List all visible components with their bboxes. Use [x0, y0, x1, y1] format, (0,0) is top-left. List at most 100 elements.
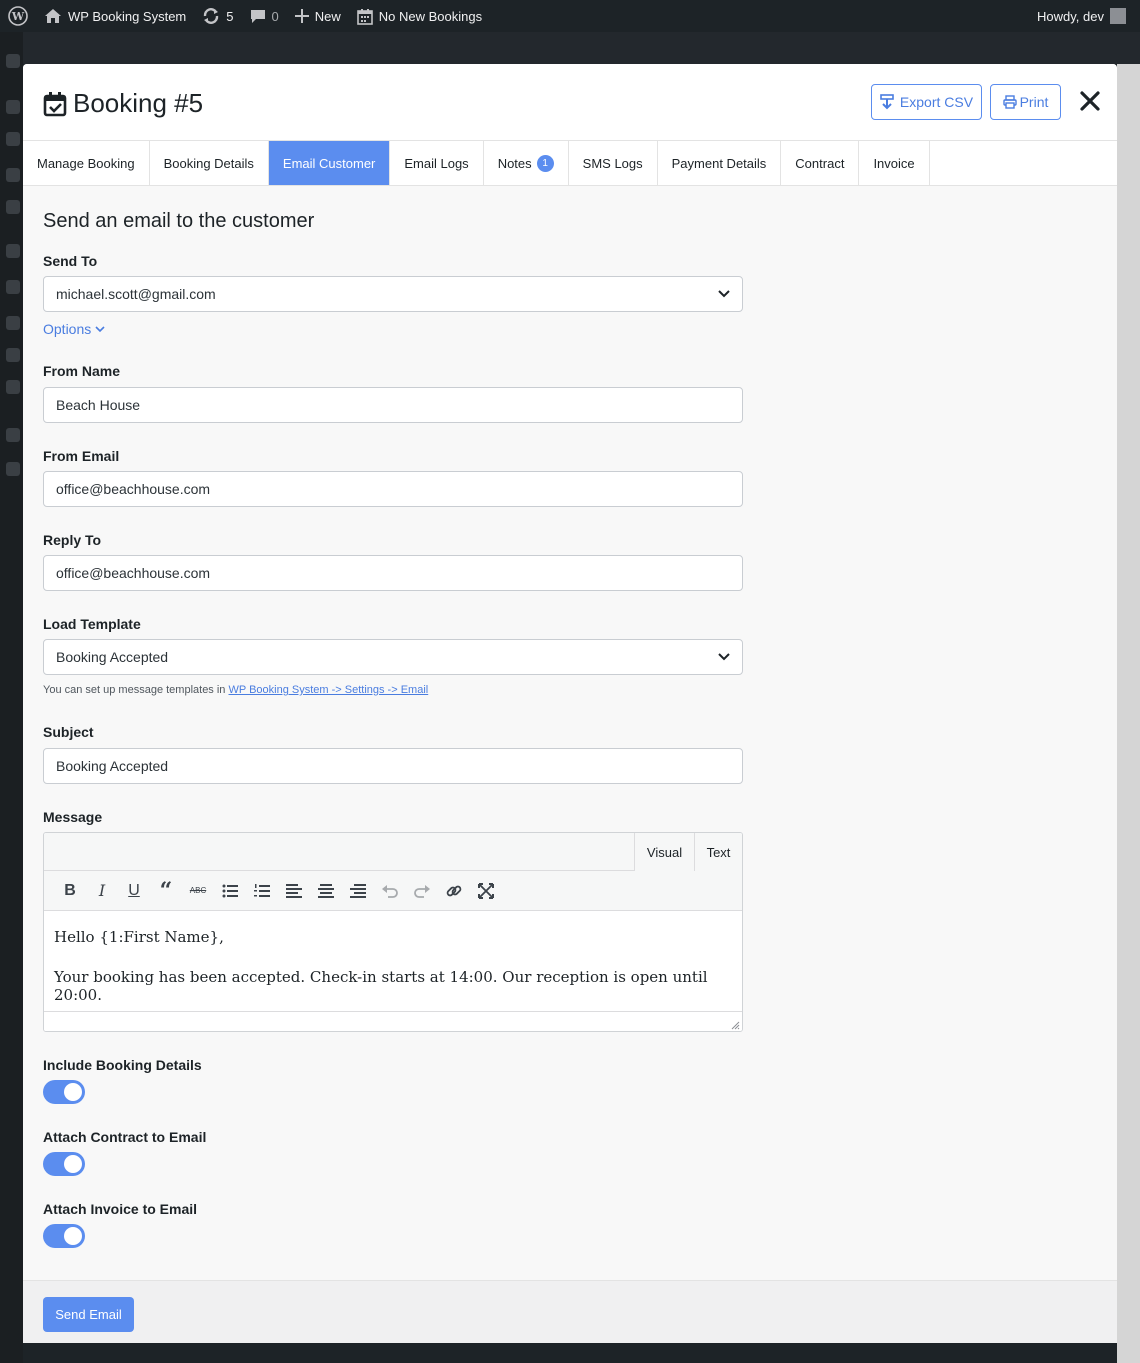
tab-label: Notes — [497, 155, 532, 171]
include-details-label: Include Booking Details — [43, 1057, 202, 1073]
howdy-text: Howdy, dev — [1037, 8, 1104, 24]
modal-title-text: Booking #5 — [73, 88, 204, 118]
tab-label: Payment Details — [671, 155, 767, 171]
tab-email-logs[interactable]: Email Logs — [390, 141, 484, 185]
modal-header: Booking #5 Export CSV Print — [23, 64, 1117, 141]
admin-bar: W WP Booking System 5 0 New No New Booki… — [0, 0, 1140, 32]
attach-contract-toggle[interactable] — [43, 1152, 85, 1176]
redo-icon[interactable] — [406, 875, 438, 907]
booking-modal: Booking #5 Export CSV Print Manage Booki… — [23, 64, 1117, 1343]
calendar-icon — [356, 8, 373, 25]
comments-count: 0 — [271, 8, 279, 24]
reply-to-label: Reply To — [43, 532, 102, 548]
comments-link[interactable]: 0 — [242, 0, 287, 32]
blockquote-icon[interactable]: “ — [150, 875, 182, 907]
email-settings-link[interactable]: WP Booking System -> Settings -> Email — [229, 684, 429, 696]
download-icon — [880, 94, 894, 110]
reply-to-value: office@beachhouse.com — [56, 565, 211, 581]
reply-to-input[interactable]: office@beachhouse.com — [43, 555, 743, 591]
tab-label: Manage Booking — [37, 155, 135, 171]
bullet-list-icon[interactable] — [214, 875, 246, 907]
from-name-label: From Name — [43, 363, 121, 379]
send-email-button[interactable]: Send Email — [43, 1297, 134, 1332]
from-name-value: Beach House — [56, 397, 141, 413]
wordpress-logo-icon[interactable]: W — [0, 0, 36, 32]
send-to-label: Send To — [43, 253, 98, 269]
tab-booking-details[interactable]: Booking Details — [150, 141, 269, 185]
undo-icon[interactable] — [374, 875, 406, 907]
avatar — [1110, 8, 1126, 24]
attach-invoice-toggle[interactable] — [43, 1224, 85, 1248]
tab-sms-logs[interactable]: SMS Logs — [569, 141, 658, 185]
from-email-input[interactable]: office@beachhouse.com — [43, 471, 743, 507]
link-icon[interactable] — [438, 875, 470, 907]
tab-contract[interactable]: Contract — [781, 141, 860, 185]
align-left-icon[interactable] — [278, 875, 310, 907]
numbered-list-icon[interactable] — [246, 875, 278, 907]
notes-count-badge: 1 — [536, 154, 554, 172]
tab-label: Email Logs — [404, 155, 469, 171]
fullscreen-icon[interactable] — [470, 875, 502, 907]
options-label: Options — [43, 321, 92, 337]
tab-label: Booking Details — [163, 155, 254, 171]
load-template-value: Booking Accepted — [56, 649, 169, 665]
close-icon[interactable] — [1078, 89, 1102, 113]
editor-tab-label: Visual — [646, 844, 683, 860]
chevron-down-icon — [718, 290, 730, 298]
export-csv-label: Export CSV — [899, 94, 974, 110]
message-label: Message — [43, 809, 103, 825]
new-content-link[interactable]: New — [287, 0, 349, 32]
send-to-select[interactable]: michael.scott@gmail.com — [43, 276, 743, 312]
comment-icon — [250, 10, 265, 23]
options-toggle[interactable]: Options — [43, 321, 105, 337]
site-home-link[interactable]: WP Booking System — [36, 0, 194, 32]
from-email-label: From Email — [43, 448, 120, 464]
subject-label: Subject — [43, 724, 94, 740]
include-details-toggle[interactable] — [43, 1080, 85, 1104]
message-line: Your booking has been accepted. Check-in… — [54, 968, 708, 1004]
tab-label: Invoice — [873, 155, 915, 171]
chevron-down-icon — [95, 325, 105, 332]
tab-manage-booking[interactable]: Manage Booking — [23, 141, 150, 185]
subject-value: Booking Accepted — [56, 758, 169, 774]
underline-icon[interactable]: U — [118, 875, 150, 907]
message-editor: Visual Text B I U “ ABC Hello {1:First N… — [43, 832, 743, 1032]
tab-payment-details[interactable]: Payment Details — [658, 141, 782, 185]
page-header-backdrop — [23, 32, 1140, 64]
tab-invoice[interactable]: Invoice — [859, 141, 930, 185]
load-template-label: Load Template — [43, 616, 141, 632]
printer-icon — [1002, 95, 1017, 109]
editor-tab-visual[interactable]: Visual — [634, 833, 694, 871]
from-email-value: office@beachhouse.com — [56, 481, 211, 497]
tab-notes[interactable]: Notes 1 — [484, 141, 569, 185]
italic-icon[interactable]: I — [86, 875, 118, 907]
editor-statusbar — [44, 1011, 742, 1031]
resize-handle-icon[interactable] — [731, 1021, 740, 1030]
page-content-backdrop — [1117, 64, 1140, 1363]
subject-input[interactable]: Booking Accepted — [43, 748, 743, 784]
strikethrough-icon[interactable]: ABC — [182, 875, 214, 907]
align-center-icon[interactable] — [310, 875, 342, 907]
updates-link[interactable]: 5 — [194, 0, 241, 32]
bookings-link[interactable]: No New Bookings — [349, 0, 490, 32]
svg-text:W: W — [11, 10, 25, 23]
account-menu[interactable]: Howdy, dev — [1029, 0, 1140, 32]
bold-icon[interactable]: B — [54, 875, 86, 907]
send-to-value: michael.scott@gmail.com — [56, 286, 216, 302]
bookings-label: No New Bookings — [378, 8, 483, 24]
align-right-icon[interactable] — [342, 875, 374, 907]
attach-contract-label: Attach Contract to Email — [43, 1129, 207, 1145]
tab-email-customer[interactable]: Email Customer — [268, 141, 391, 185]
calendar-check-icon — [43, 91, 67, 116]
from-name-input[interactable]: Beach House — [43, 387, 743, 423]
print-button[interactable]: Print — [990, 84, 1061, 120]
template-hint-text: You can set up message templates in — [43, 684, 229, 696]
editor-mode-tabs: Visual Text — [44, 833, 742, 871]
toggle-knob — [64, 1227, 82, 1245]
editor-tab-text[interactable]: Text — [694, 833, 742, 871]
load-template-select[interactable]: Booking Accepted — [43, 639, 743, 675]
section-title: Send an email to the customer — [43, 210, 315, 232]
modal-title: Booking #5 — [43, 88, 203, 119]
message-line: Hello {1:First Name}, — [54, 928, 224, 946]
export-csv-button[interactable]: Export CSV — [871, 84, 982, 120]
